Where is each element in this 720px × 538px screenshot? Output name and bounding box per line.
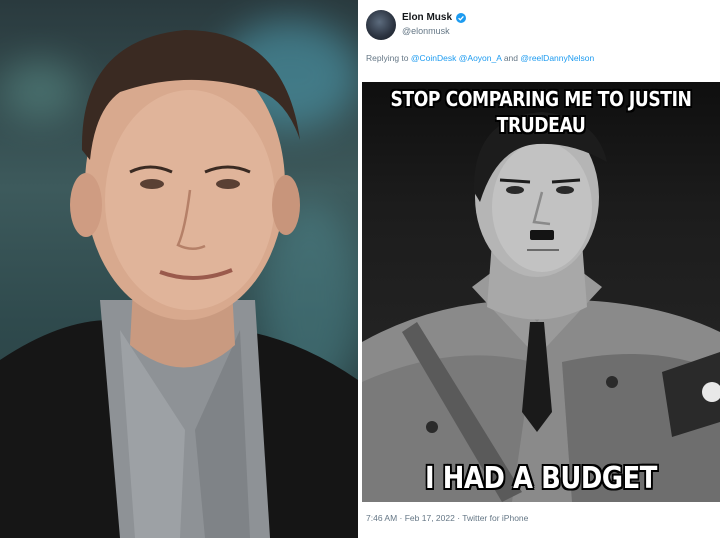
mention-link[interactable]: @Aoyon_A bbox=[459, 53, 502, 63]
meme-caption-top: STOP COMPARING ME TO JUSTIN TRUDEAU bbox=[387, 86, 695, 138]
meme-caption-top-line: TRUDEAU bbox=[496, 113, 586, 137]
avatar[interactable] bbox=[366, 10, 396, 40]
reply-and: and bbox=[503, 53, 518, 63]
tweet-timestamp[interactable]: 7:46 AM · Feb 17, 2022 · Twitter for iPh… bbox=[366, 513, 528, 523]
tweet-card: Elon Musk @elonmusk Replying to @CoinDes… bbox=[362, 0, 720, 538]
mention-link[interactable]: @CoinDesk bbox=[411, 53, 456, 63]
tweet-author: Elon Musk bbox=[402, 12, 467, 23]
left-portrait-photo bbox=[0, 0, 358, 538]
reply-context: Replying to @CoinDesk @Aoyon_A and @reel… bbox=[366, 53, 594, 63]
meme-caption-top-line: STOP COMPARING ME TO JUSTIN bbox=[390, 87, 692, 111]
mention-link[interactable]: @reelDannyNelson bbox=[520, 53, 594, 63]
meme-caption-bottom: I HAD A BUDGET bbox=[425, 461, 657, 496]
display-name[interactable]: Elon Musk bbox=[402, 12, 452, 23]
tweet-image[interactable]: STOP COMPARING ME TO JUSTIN TRUDEAU I HA… bbox=[362, 82, 720, 502]
user-handle[interactable]: @elonmusk bbox=[402, 26, 450, 36]
reply-prefix: Replying to bbox=[366, 53, 409, 63]
verified-badge-icon bbox=[456, 12, 467, 23]
